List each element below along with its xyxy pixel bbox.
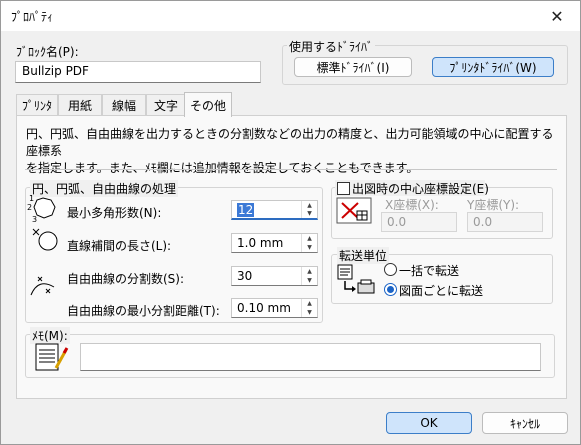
window-title: ﾌﾟﾛﾊﾟﾃｨ <box>11 10 54 24</box>
block-name-input[interactable]: Bullzip PDF <box>15 61 261 83</box>
free-curve-icon <box>28 273 60 301</box>
properties-dialog: ﾌﾟﾛﾊﾟﾃｨ ✕ ﾌﾞﾛｯｸ名(P): Bullzip PDF 使用するﾄﾞﾗ… <box>0 0 581 445</box>
spin-up-icon[interactable]: ▲ <box>302 267 317 276</box>
free-curve-division-spinner[interactable]: 30 ▲ ▼ <box>231 266 318 286</box>
tab-paper[interactable]: 用紙 <box>58 94 102 116</box>
center-coordinate-checkbox[interactable] <box>337 182 350 195</box>
polygon-icon-digit-2: 2 <box>27 203 33 212</box>
tab-text[interactable]: 文字 <box>146 94 186 116</box>
circle-interpolation-icon <box>31 225 63 253</box>
transfer-each-label: 図面ごとに転送 <box>399 284 484 298</box>
block-name-label: ﾌﾞﾛｯｸ名(P): <box>16 45 79 59</box>
y-coordinate-value: 0.0 <box>473 215 493 229</box>
close-button[interactable]: ✕ <box>534 1 580 31</box>
separator <box>25 169 557 170</box>
transfer-each-radio[interactable] <box>384 283 397 296</box>
x-coordinate-value: 0.0 <box>387 215 407 229</box>
transfer-unit-icon <box>335 263 379 299</box>
free-curve-division-label: 自由曲線の分割数(S): <box>67 272 185 286</box>
spin-down-icon[interactable]: ▼ <box>302 243 317 252</box>
cancel-button[interactable]: ｷｬﾝｾﾙ <box>482 412 568 434</box>
description-line-1: 円、円弧、自由曲線を出力するときの分割数などの出力の精度と、出力可能領域の中心に… <box>26 127 554 158</box>
close-icon: ✕ <box>550 6 564 26</box>
tab-printer[interactable]: ﾌﾟﾘﾝﾀ <box>16 94 58 116</box>
spin-up-icon[interactable]: ▲ <box>302 234 317 243</box>
transfer-all-label: 一括で転送 <box>399 264 460 278</box>
free-curve-division-value: 30 <box>237 269 253 283</box>
polygon-count-spinner[interactable]: 12 ▲ ▼ <box>231 200 318 220</box>
polygon-icon-digit-1: 1 <box>29 194 35 203</box>
free-curve-min-distance-label: 自由曲線の最小分割距離(T): <box>67 304 220 318</box>
spin-down-icon[interactable]: ▼ <box>302 276 317 285</box>
title-bar: ﾌﾟﾛﾊﾟﾃｨ ✕ <box>1 1 580 31</box>
spin-up-icon[interactable]: ▲ <box>302 201 317 210</box>
line-interpolation-label: 直線補間の長さ(L): <box>67 239 172 253</box>
transfer-all-radio[interactable] <box>384 263 397 276</box>
y-coordinate-input[interactable]: 0.0 <box>467 212 543 232</box>
free-curve-min-distance-spinner[interactable]: 0.10 mm ▲ ▼ <box>231 298 318 318</box>
printer-driver-button[interactable]: ﾌﾟﾘﾝﾀﾄﾞﾗｲﾊﾞ(W) <box>432 57 554 77</box>
line-interpolation-value: 1.0 mm <box>237 236 284 250</box>
polygon-count-value: 12 <box>237 203 255 217</box>
polygon-icon-digit-3: 3 <box>32 215 38 224</box>
x-coordinate-label: X座標(X): <box>385 198 439 212</box>
polygon-count-label: 最小多角形数(N): <box>67 206 162 220</box>
line-interpolation-spinner[interactable]: 1.0 mm ▲ ▼ <box>231 233 318 253</box>
driver-group-title: 使用するﾄﾞﾗｲﾊﾞ <box>287 38 376 55</box>
memo-input[interactable] <box>80 343 541 371</box>
y-coordinate-label: Y座標(Y): <box>467 198 520 212</box>
x-coordinate-input[interactable]: 0.0 <box>381 212 457 232</box>
memo-icon <box>32 341 72 373</box>
spin-down-icon[interactable]: ▼ <box>302 308 317 317</box>
spin-down-icon[interactable]: ▼ <box>302 210 317 219</box>
tab-line-width[interactable]: 線幅 <box>102 94 146 116</box>
standard-driver-button[interactable]: 標準ﾄﾞﾗｲﾊﾞ(I) <box>294 57 412 77</box>
tab-other[interactable]: その他 <box>184 92 232 117</box>
ok-button[interactable]: OK <box>386 412 472 434</box>
transfer-unit-title: 転送単位 <box>337 247 390 264</box>
spin-up-icon[interactable]: ▲ <box>302 299 317 308</box>
free-curve-min-distance-value: 0.10 mm <box>237 301 291 315</box>
center-coordinate-icon <box>333 195 377 225</box>
